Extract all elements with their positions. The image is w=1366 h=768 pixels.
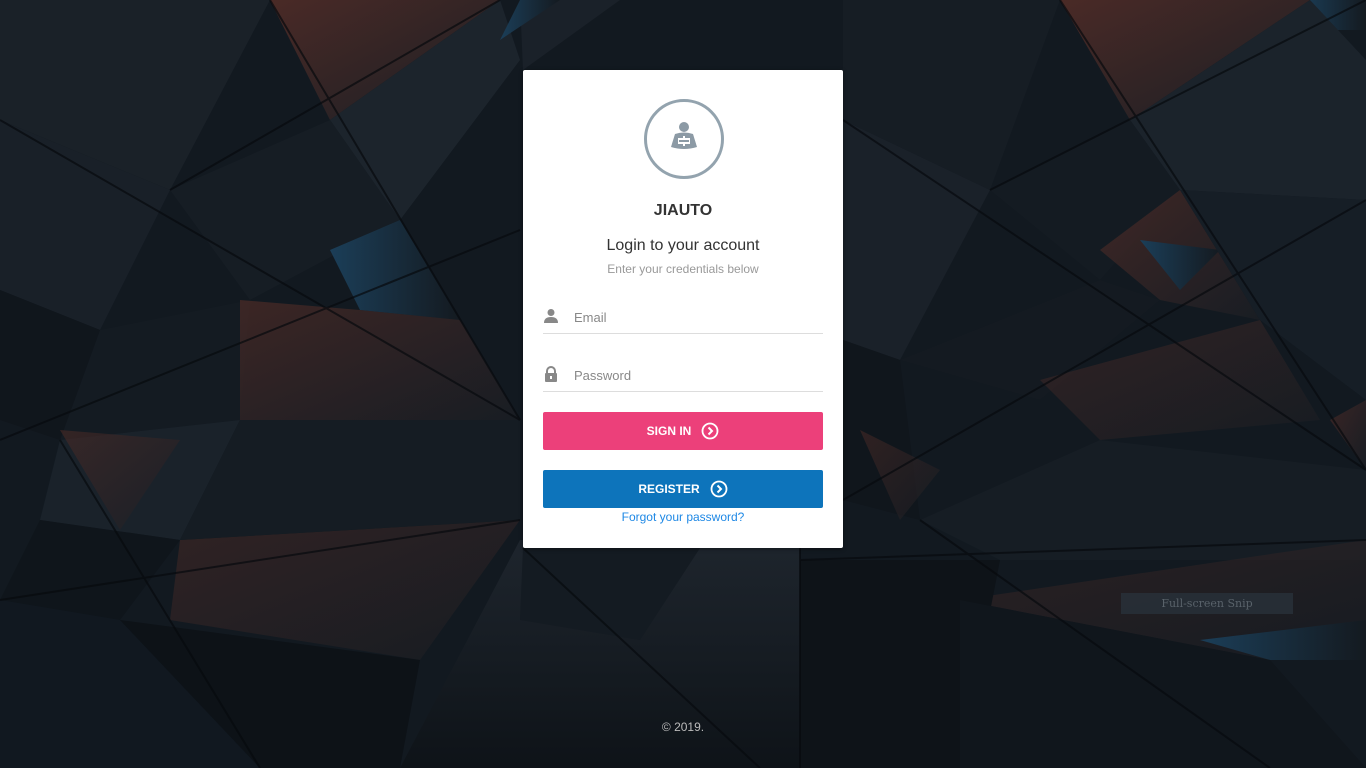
register-label: REGISTER [638,482,700,496]
circle-arrow-right-icon [710,480,728,498]
email-input[interactable] [574,303,819,331]
sign-in-button[interactable]: SIGN IN [543,412,823,450]
user-icon [544,309,558,323]
lock-icon [545,366,557,382]
login-card: JIAUTO Login to your account Enter your … [523,70,843,548]
email-field-row [543,303,823,334]
login-heading: Login to your account [606,237,760,254]
logo [644,99,724,179]
copyright-footer: © 2019. [661,720,705,734]
forgot-password-link[interactable]: Forgot your password? [523,510,843,524]
snip-overlay-label: Full-screen Snip [1121,593,1293,614]
register-button[interactable]: REGISTER [543,470,823,508]
reading-person-icon [671,122,697,149]
password-field-row [543,361,823,392]
login-subheading: Enter your credentials below [607,262,759,276]
brand-name: JIAUTO [653,202,713,219]
sign-in-label: SIGN IN [646,424,692,438]
circle-arrow-right-icon [701,422,719,440]
password-input[interactable] [574,361,819,389]
